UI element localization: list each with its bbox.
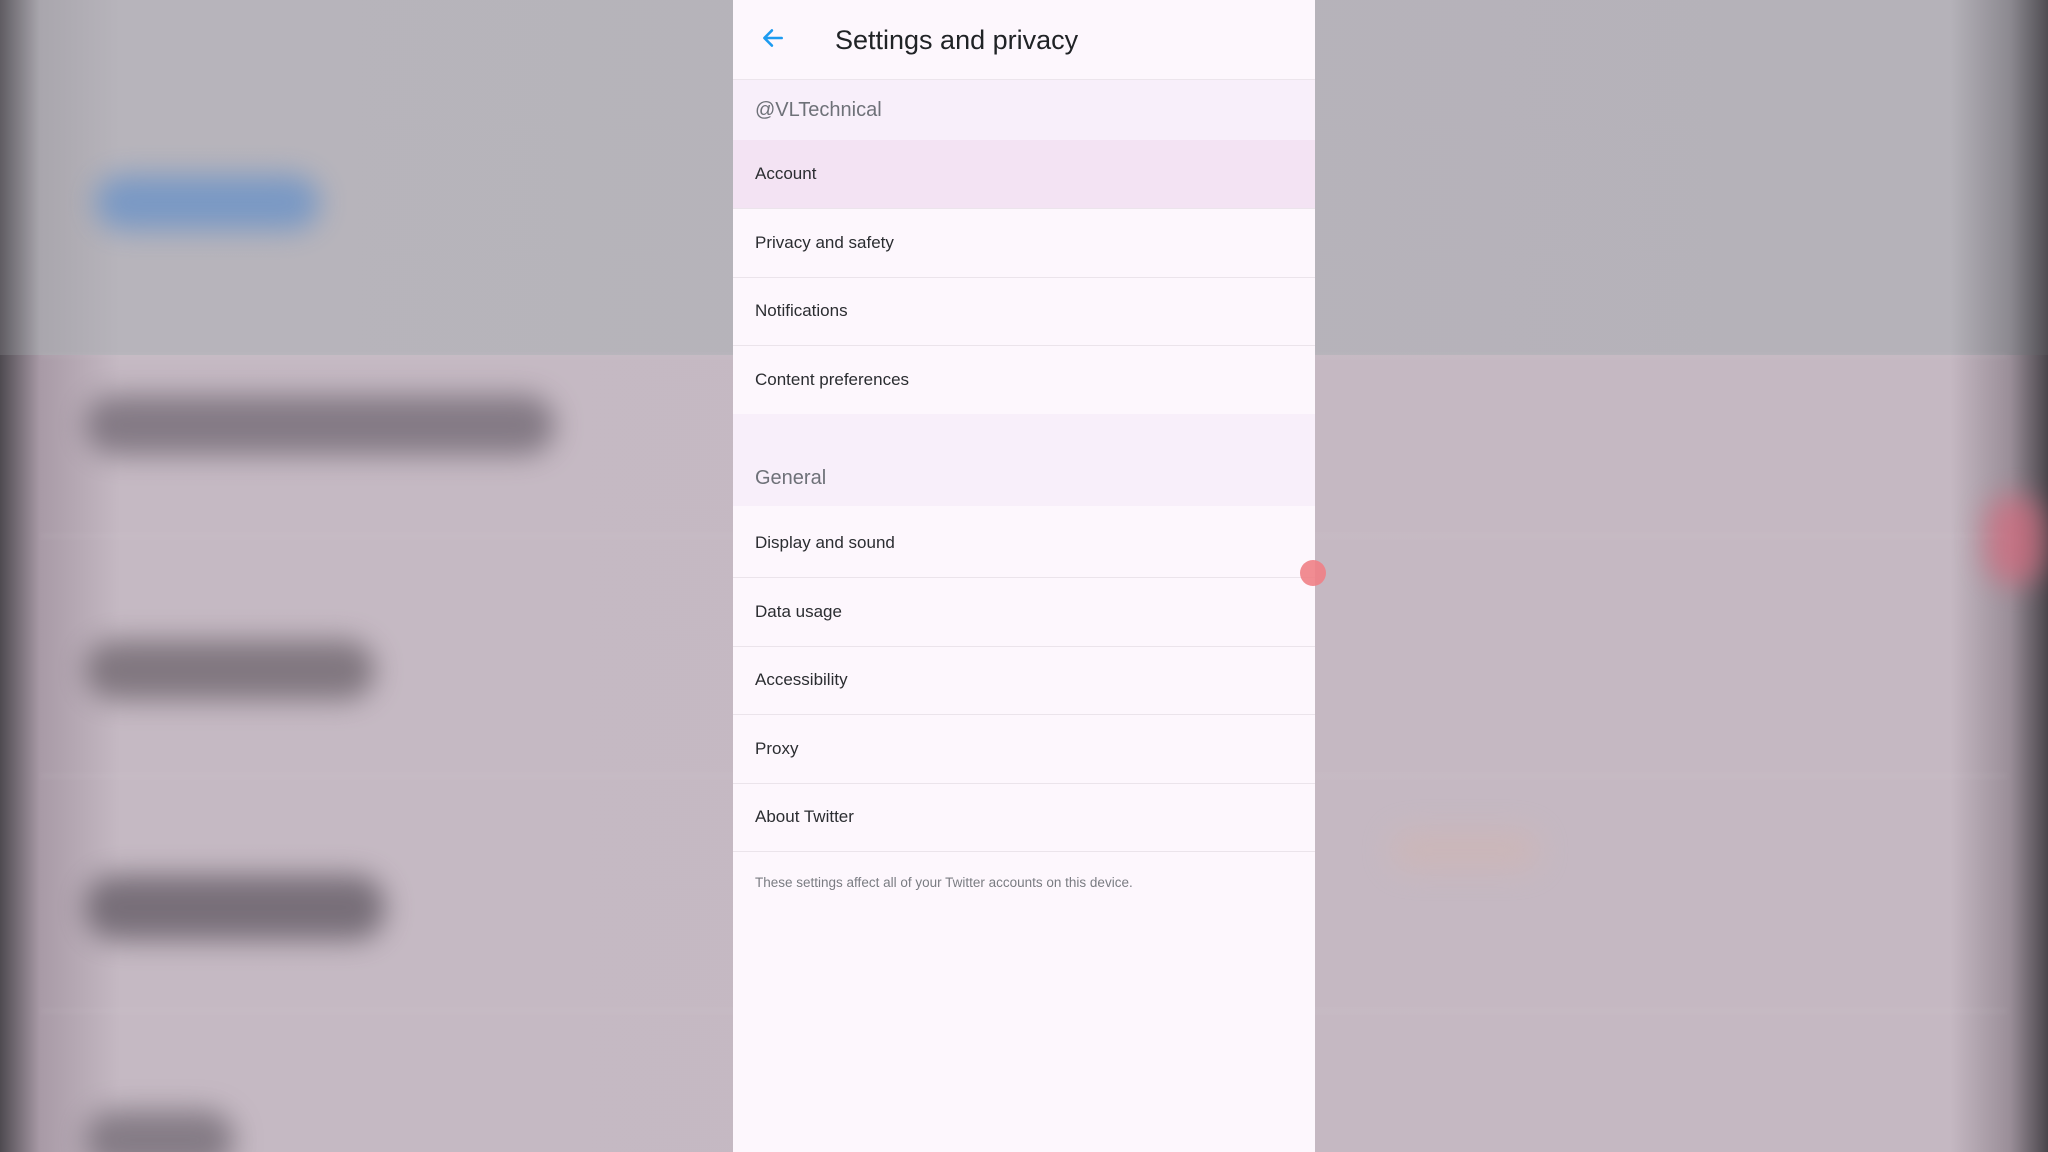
back-button[interactable] [753, 20, 793, 60]
background-blur-shape [1390, 830, 1540, 870]
background-blur-shape [85, 875, 385, 940]
top-app-bar: Settings and privacy [733, 0, 1315, 80]
background-blur-shape [85, 395, 555, 455]
settings-panel: Settings and privacy @VLTechnical Accoun… [733, 0, 1315, 1152]
settings-item-display-and-sound[interactable]: Display and sound [733, 509, 1315, 578]
settings-item-label: About Twitter [755, 807, 854, 826]
settings-item-label: Data usage [755, 602, 842, 621]
settings-item-content-preferences[interactable]: Content preferences [733, 346, 1315, 414]
background-blur-shape [95, 175, 320, 230]
arrow-left-icon [760, 25, 786, 56]
settings-item-accessibility[interactable]: Accessibility [733, 646, 1315, 715]
settings-item-label: Display and sound [755, 533, 895, 552]
settings-item-label: Proxy [755, 739, 799, 758]
page-title: Settings and privacy [835, 25, 1079, 55]
account-section-header: @VLTechnical [733, 80, 1315, 140]
settings-item-account[interactable]: Account [733, 140, 1315, 209]
general-section-title: General [755, 467, 827, 489]
background-blur-shape [1985, 495, 2045, 585]
settings-item-about-twitter[interactable]: About Twitter [733, 783, 1315, 852]
settings-item-notifications[interactable]: Notifications [733, 277, 1315, 346]
settings-item-label: Privacy and safety [755, 233, 894, 252]
settings-item-label: Account [755, 164, 817, 183]
background-blur-shape [85, 1110, 235, 1152]
account-handle: @VLTechnical [755, 99, 882, 121]
settings-item-data-usage[interactable]: Data usage [733, 578, 1315, 647]
background-blur-shape [85, 640, 375, 700]
settings-item-label: Notifications [755, 301, 848, 320]
settings-item-label: Accessibility [755, 670, 848, 689]
settings-item-proxy[interactable]: Proxy [733, 715, 1315, 784]
touch-indicator [1300, 560, 1326, 586]
settings-item-privacy-and-safety[interactable]: Privacy and safety [733, 209, 1315, 278]
settings-footnote: These settings affect all of your Twitte… [755, 875, 1133, 890]
settings-item-label: Content preferences [755, 370, 910, 389]
general-section-header: General [733, 414, 1315, 506]
